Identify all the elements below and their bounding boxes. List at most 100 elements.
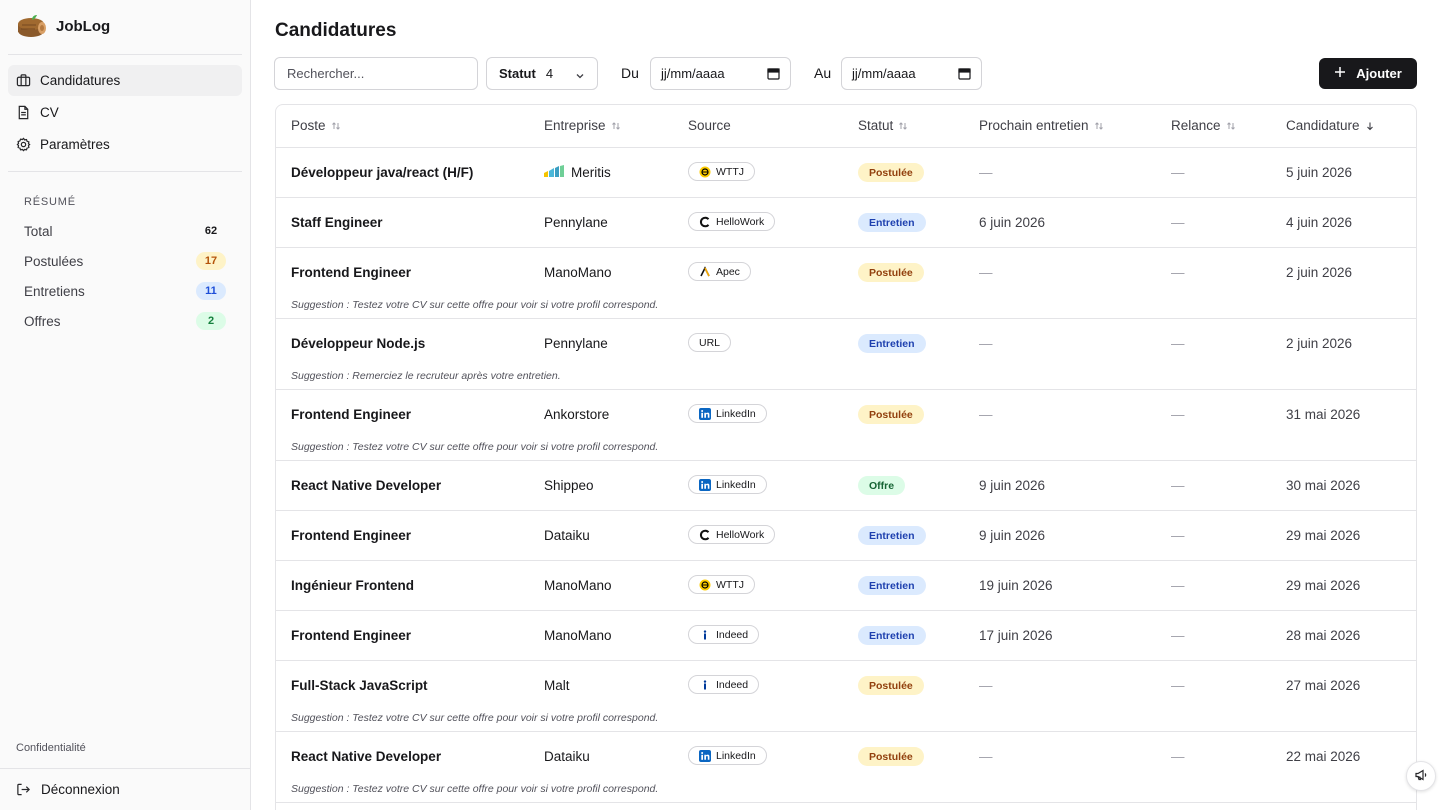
nav-item-candidatures[interactable]: Candidatures bbox=[8, 65, 242, 96]
source-badge: Apec bbox=[688, 262, 751, 281]
follow-up: — bbox=[1171, 215, 1185, 230]
calendar-icon[interactable] bbox=[958, 67, 971, 80]
applications-table: Poste Entreprise Source Statut Prochain … bbox=[275, 104, 1417, 810]
next-interview: — bbox=[979, 165, 993, 180]
sort-icon bbox=[1094, 121, 1103, 130]
follow-up: — bbox=[1171, 678, 1185, 693]
column-candidature[interactable]: Candidature bbox=[1286, 118, 1375, 133]
source-label: LinkedIn bbox=[716, 478, 756, 491]
company-name: ManoMano bbox=[544, 628, 612, 643]
follow-up: — bbox=[1171, 265, 1185, 280]
source-badge: Indeed bbox=[688, 675, 760, 694]
source-badge: LinkedIn bbox=[688, 475, 767, 494]
source-label: Apec bbox=[716, 265, 740, 278]
app-name: JobLog bbox=[56, 17, 111, 35]
column-prochain-entretien[interactable]: Prochain entretien bbox=[979, 118, 1104, 133]
status-badge: Entretien bbox=[858, 626, 926, 645]
suggestion-text: Suggestion : Remerciez le recruteur aprè… bbox=[291, 370, 561, 382]
table-row[interactable]: Staff Engineer Pennylane HelloWork Entretie… bbox=[276, 198, 1416, 248]
sort-desc-icon bbox=[1366, 122, 1373, 130]
table-row[interactable]: Frontend Engineer ManoMano Apec Postulée — — 2… bbox=[276, 248, 1416, 319]
job-title: Frontend Engineer bbox=[291, 628, 412, 643]
next-interview: 19 juin 2026 bbox=[979, 578, 1053, 593]
company: Pennylane bbox=[544, 215, 608, 230]
logout-button[interactable]: Déconnexion bbox=[0, 768, 250, 810]
application-date: 2 juin 2026 bbox=[1286, 265, 1353, 280]
company: Shippeo bbox=[544, 478, 594, 493]
application-date: 28 mai 2026 bbox=[1286, 628, 1361, 643]
follow-up: — bbox=[1171, 749, 1185, 764]
summary-postulees[interactable]: Postulées 17 bbox=[0, 246, 250, 276]
calendar-icon[interactable] bbox=[767, 67, 780, 80]
add-button-label: Ajouter bbox=[1356, 66, 1402, 81]
nav-item-cv[interactable]: CV bbox=[8, 97, 242, 128]
meritis-logo-icon bbox=[544, 165, 564, 180]
source-label: LinkedIn bbox=[716, 407, 756, 420]
summary-offres[interactable]: Offres 2 bbox=[0, 306, 250, 336]
linkedin-icon bbox=[699, 478, 711, 491]
suggestion-text: Suggestion : Testez votre CV sur cette o… bbox=[291, 712, 659, 724]
date-to-value: jj/mm/aaaa bbox=[852, 66, 916, 81]
table-row[interactable]: Développeur java/react (H/F) Meritis WTTJ P… bbox=[276, 148, 1416, 198]
hellowork-icon bbox=[699, 216, 711, 228]
follow-up: — bbox=[1171, 578, 1185, 593]
date-from-label: Du bbox=[621, 65, 639, 81]
application-date: 29 mai 2026 bbox=[1286, 578, 1361, 593]
table-row[interactable]: Frontend Engineer ManoMano Indeed Entretien… bbox=[276, 611, 1416, 661]
add-button[interactable]: Ajouter bbox=[1319, 58, 1417, 89]
summary-total[interactable]: Total 62 bbox=[0, 216, 250, 246]
job-title: Full-Stack JavaScript bbox=[291, 678, 428, 693]
date-to-input[interactable]: jj/mm/aaaa bbox=[841, 57, 982, 90]
summary-entretiens[interactable]: Entretiens 11 bbox=[0, 276, 250, 306]
table-row[interactable]: Frontend Engineer Ankorstore LinkedIn Postu… bbox=[276, 390, 1416, 461]
table-row[interactable]: Développeur Node.js Pennylane URL Entretien… bbox=[276, 319, 1416, 390]
logout-label: Déconnexion bbox=[41, 782, 120, 797]
application-date: 4 juin 2026 bbox=[1286, 215, 1353, 230]
suggestion-text: Suggestion : Testez votre CV sur cette o… bbox=[291, 783, 659, 795]
source-label: WTTJ bbox=[716, 578, 744, 591]
application-date: 31 mai 2026 bbox=[1286, 407, 1361, 422]
job-title: Frontend Engineer bbox=[291, 407, 412, 422]
summary-title: RÉSUMÉ bbox=[24, 196, 76, 208]
search-input[interactable] bbox=[274, 57, 478, 90]
table-row[interactable]: React Native Developer Dataiku LinkedIn Pos… bbox=[276, 732, 1416, 803]
column-label: Poste bbox=[291, 118, 326, 133]
megaphone-icon bbox=[1414, 768, 1428, 785]
main-nav: Candidatures CV Paramètres bbox=[0, 57, 250, 169]
job-title: Frontend Engineer bbox=[291, 528, 412, 543]
feedback-button[interactable] bbox=[1406, 761, 1436, 791]
status-filter[interactable]: Statut 4 bbox=[486, 57, 598, 90]
hellowork-icon bbox=[699, 529, 711, 541]
column-source: Source bbox=[688, 118, 731, 133]
status-badge: Postulée bbox=[858, 676, 924, 695]
status-badge: Entretien bbox=[858, 526, 926, 545]
follow-up: — bbox=[1171, 165, 1185, 180]
privacy-link[interactable]: Confidentialité bbox=[0, 742, 250, 768]
indeed-icon bbox=[699, 629, 711, 641]
company-name: Shippeo bbox=[544, 478, 594, 493]
column-poste[interactable]: Poste bbox=[291, 118, 341, 133]
table-row[interactable]: Ingénieur Frontend ManoMano WTTJ Entretien 1… bbox=[276, 561, 1416, 611]
next-interview: 9 juin 2026 bbox=[979, 528, 1046, 543]
column-entreprise[interactable]: Entreprise bbox=[544, 118, 621, 133]
count-badge: 17 bbox=[196, 252, 226, 270]
count-badge: 2 bbox=[196, 312, 226, 330]
brand[interactable]: JobLog bbox=[0, 0, 250, 52]
company: Malt bbox=[544, 678, 570, 693]
company-name: ManoMano bbox=[544, 578, 612, 593]
table-row[interactable]: Frontend Engineer Dataiku HelloWork Entreti… bbox=[276, 511, 1416, 561]
company-name: Pennylane bbox=[544, 336, 608, 351]
job-title: React Native Developer bbox=[291, 478, 442, 493]
table-row[interactable]: Full-Stack JavaScript Malt Indeed Postulée —… bbox=[276, 661, 1416, 732]
nav-item-parametres[interactable]: Paramètres bbox=[8, 129, 242, 160]
date-from-input[interactable]: jj/mm/aaaa bbox=[650, 57, 791, 90]
column-statut[interactable]: Statut bbox=[858, 118, 908, 133]
company: Dataiku bbox=[544, 528, 590, 543]
company-name: Malt bbox=[544, 678, 570, 693]
table-row[interactable]: React Native Developer Shippeo LinkedIn Off… bbox=[276, 461, 1416, 511]
date-from-value: jj/mm/aaaa bbox=[661, 66, 725, 81]
sort-icon bbox=[331, 121, 340, 130]
indeed-icon bbox=[699, 679, 711, 691]
follow-up: — bbox=[1171, 528, 1185, 543]
column-relance[interactable]: Relance bbox=[1171, 118, 1236, 133]
